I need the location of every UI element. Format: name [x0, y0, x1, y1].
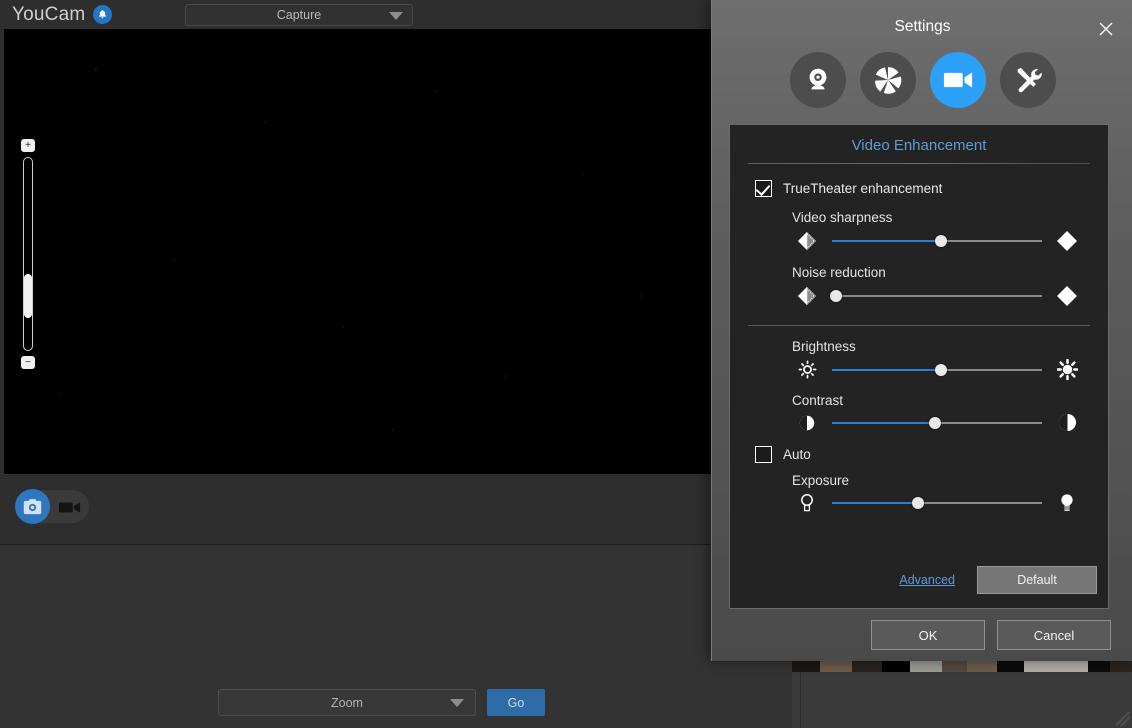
slider-fill: [832, 369, 941, 371]
slider-thumb[interactable]: [935, 364, 947, 376]
truetheater-label: TrueTheater enhancement: [783, 181, 942, 196]
capture-dropdown-label: Capture: [277, 8, 321, 22]
diamond-icon: [1052, 285, 1082, 307]
exposure-slider[interactable]: [832, 496, 1042, 510]
preview-zoom-slider[interactable]: + −: [20, 139, 36, 369]
contrast-small-icon: [792, 415, 822, 431]
cancel-button[interactable]: Cancel: [997, 620, 1111, 650]
field-brightness: Brightness: [792, 339, 1108, 380]
advanced-link[interactable]: Advanced: [899, 573, 955, 587]
zoom-in-button[interactable]: +: [21, 139, 35, 152]
field-noise: Noise reduction: [792, 265, 1108, 307]
slider-thumb[interactable]: [935, 235, 947, 247]
brightness-slider[interactable]: [832, 363, 1042, 377]
slider-track: [832, 295, 1042, 297]
slider-thumb[interactable]: [830, 290, 842, 302]
divider: [800, 672, 801, 728]
settings-tabs: [712, 52, 1132, 108]
zoom-dropdown-label: Zoom: [331, 696, 363, 710]
noise-slider[interactable]: [832, 289, 1042, 303]
default-button[interactable]: Default: [977, 566, 1097, 594]
truetheater-row[interactable]: TrueTheater enhancement: [755, 180, 1108, 197]
contrast-label: Contrast: [792, 393, 1108, 408]
slider-fill: [832, 240, 941, 242]
resize-grip-icon[interactable]: [1116, 712, 1130, 726]
camera-icon[interactable]: [15, 489, 50, 524]
bell-icon[interactable]: [93, 5, 112, 24]
tab-webcam[interactable]: [790, 52, 846, 108]
zoom-slider-thumb[interactable]: [24, 274, 32, 318]
tab-tools[interactable]: [1000, 52, 1056, 108]
panel-title: Video Enhancement: [730, 137, 1108, 154]
slider-fill: [832, 422, 935, 424]
half-diamond-icon: [792, 231, 822, 251]
library-pane: Zoom Go: [0, 544, 792, 728]
settings-dialog: Settings: [711, 0, 1132, 661]
truetheater-checkbox[interactable]: [755, 180, 772, 197]
divider: [748, 163, 1090, 164]
sharpness-slider[interactable]: [832, 234, 1042, 248]
video-enhancement-panel: Video Enhancement TrueTheater enhancemen…: [729, 124, 1109, 609]
slider-fill: [832, 502, 918, 504]
dialog-footer: OK Cancel: [712, 609, 1132, 661]
capture-dropdown[interactable]: Capture: [185, 4, 413, 26]
video-camera-icon[interactable]: [59, 501, 81, 514]
go-button[interactable]: Go: [487, 689, 545, 716]
contrast-slider[interactable]: [832, 416, 1042, 430]
zoom-dropdown[interactable]: Zoom: [218, 689, 476, 716]
tab-capture[interactable]: [860, 52, 916, 108]
chevron-down-icon: [450, 699, 464, 707]
app-brand-label: YouCam: [12, 4, 85, 26]
ok-button[interactable]: OK: [871, 620, 985, 650]
contrast-large-icon: [1052, 413, 1082, 432]
bulb-outline-icon: [792, 493, 822, 513]
auto-row[interactable]: Auto: [755, 446, 1108, 463]
zoom-slider-track[interactable]: [23, 157, 33, 351]
zoom-controls: Zoom Go: [218, 689, 545, 716]
slider-thumb[interactable]: [912, 497, 924, 509]
sun-small-icon: [792, 360, 822, 379]
field-sharpness: Video sharpness: [792, 210, 1108, 252]
divider: [748, 325, 1090, 326]
bulb-filled-icon: [1052, 493, 1082, 513]
sharpness-label: Video sharpness: [792, 210, 1108, 225]
video-noise: [4, 29, 711, 474]
chevron-down-icon: [389, 12, 403, 20]
diamond-icon: [1052, 230, 1082, 252]
auto-label: Auto: [783, 447, 811, 462]
half-diamond-icon: [792, 286, 822, 306]
video-preview[interactable]: + −: [4, 29, 711, 474]
auto-checkbox[interactable]: [755, 446, 772, 463]
sun-bright-icon: [1052, 359, 1082, 380]
field-contrast: Contrast: [792, 393, 1108, 432]
field-exposure: Exposure: [792, 473, 1108, 513]
exposure-label: Exposure: [792, 473, 1108, 488]
brightness-label: Brightness: [792, 339, 1108, 354]
app-titlebar: YouCam Capture: [0, 0, 792, 29]
capture-mode-toggle[interactable]: [16, 490, 89, 523]
zoom-out-button[interactable]: −: [21, 356, 35, 369]
noise-label: Noise reduction: [792, 265, 1108, 280]
close-icon[interactable]: [1096, 19, 1116, 39]
slider-thumb[interactable]: [929, 417, 941, 429]
tab-video[interactable]: [930, 52, 986, 108]
panel-actions: Advanced Default: [730, 566, 1110, 594]
main-app-window: YouCam Capture + −: [0, 0, 792, 728]
dialog-title: Settings: [712, 18, 1132, 36]
capture-control-bar: [0, 474, 792, 544]
